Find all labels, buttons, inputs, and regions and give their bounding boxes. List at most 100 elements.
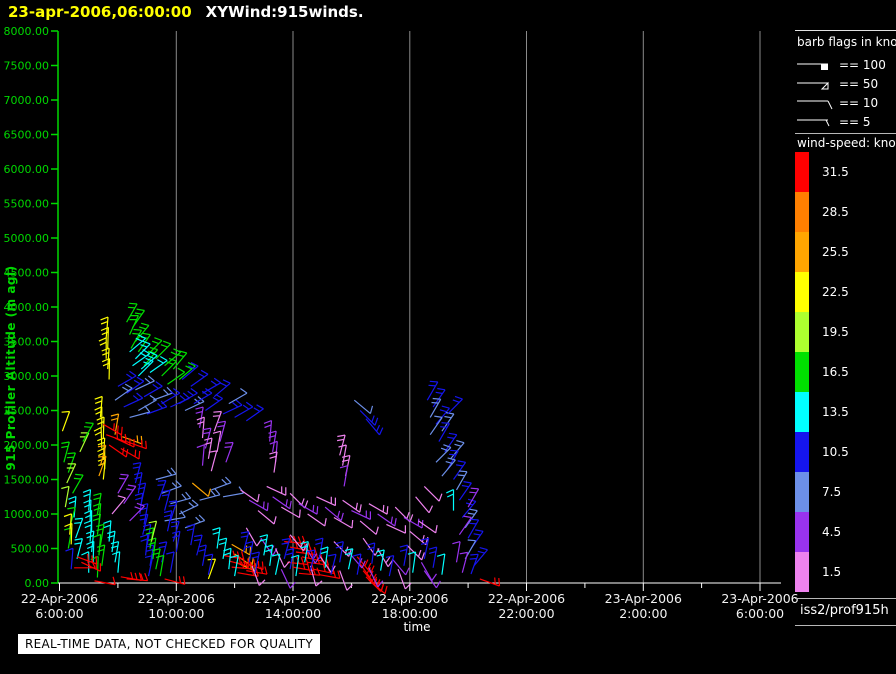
wind-barb-plot: 8000.007500.007000.006500.006000.005500.… — [0, 0, 896, 674]
colorbar-label: 31.5 — [822, 165, 849, 179]
wind-barb — [74, 539, 82, 559]
colorbar-segment — [795, 232, 809, 272]
wind-barb — [429, 547, 437, 568]
legend-flag-label: == 100 — [839, 58, 886, 72]
filled-pennant-barb-icon — [796, 58, 834, 72]
y-tick-label: 5000.00 — [4, 232, 50, 245]
wind-barb — [130, 503, 145, 521]
wind-barb — [424, 486, 442, 501]
wind-barb — [225, 443, 234, 463]
wind-barb — [235, 402, 253, 417]
x-tick-date: 23-Apr-2006 — [721, 591, 798, 606]
wind-profiler-screen: { "header": { "datetime": "23-apr-2006,0… — [0, 0, 896, 674]
colorbar-segment — [795, 192, 809, 232]
wind-barb — [439, 423, 450, 442]
legend-flag-row-10: == 10 — [796, 93, 886, 112]
wind-barb — [351, 511, 370, 520]
wind-barb — [140, 535, 148, 556]
wind-barb — [64, 528, 72, 549]
wind-barb — [127, 573, 148, 581]
colorbar-label: 1.5 — [822, 565, 841, 579]
wind-barb — [360, 521, 378, 535]
wind-barb — [99, 338, 106, 359]
wind-barb — [213, 431, 221, 452]
colorbar-segment — [795, 512, 809, 552]
legend-flag-label: == 5 — [839, 115, 871, 129]
legend-flag-label: == 50 — [839, 77, 878, 91]
wind-barb — [437, 554, 445, 575]
wind-barb — [191, 370, 208, 386]
x-tick-date: 23-Apr-2006 — [605, 591, 682, 606]
y-tick-label: 500.00 — [11, 543, 50, 556]
wind-barb — [212, 528, 220, 549]
wind-barb — [197, 445, 205, 466]
legend-flag-row-5: == 5 — [796, 112, 886, 131]
wind-barb — [179, 389, 197, 404]
legend-flag-rows: == 100 == 50 == 10 == 5 — [796, 55, 886, 131]
wind-barb — [264, 421, 272, 442]
wind-barb — [427, 381, 438, 400]
x-tick-time: 18:00:00 — [382, 606, 438, 621]
wind-barb — [316, 497, 335, 506]
wind-barb — [392, 559, 409, 575]
wind-barb — [61, 486, 69, 507]
wind-barb — [145, 556, 153, 577]
colorbar-segment — [795, 472, 809, 512]
wind-barb — [83, 423, 94, 442]
legend-speed-title: wind-speed: knots — [797, 136, 896, 150]
x-tick-time: 2:00:00 — [619, 606, 667, 621]
wind-barb — [308, 514, 327, 526]
y-tick-label: 8000.00 — [4, 25, 50, 38]
colorbar-label: 22.5 — [822, 285, 849, 299]
wind-barb — [445, 433, 457, 452]
wind-barb — [214, 380, 230, 397]
y-tick-label: 0.00 — [25, 577, 50, 590]
wind-barb — [404, 518, 423, 529]
source-label: iss2/prof915h — [800, 603, 889, 618]
colorbar-label: 10.5 — [822, 445, 849, 459]
wind-barb — [84, 521, 92, 542]
wind-barb — [408, 552, 416, 573]
wind-barb — [115, 384, 132, 400]
wind-barb — [448, 396, 463, 414]
legend-mid-divider — [795, 133, 896, 134]
x-tick-time: 10:00:00 — [148, 606, 204, 621]
colorbar-segment — [795, 432, 809, 472]
colorbar-label: 25.5 — [822, 245, 849, 259]
colorbar-label: 13.5 — [822, 405, 849, 419]
wind-barb — [223, 487, 244, 497]
wind-barb — [340, 571, 353, 591]
wind-barb — [460, 552, 468, 572]
colorbar-label: 28.5 — [822, 205, 849, 219]
wind-barb — [369, 504, 388, 515]
wind-barb — [451, 441, 465, 459]
wind-barb — [130, 406, 150, 418]
source-bottom-divider — [795, 625, 896, 626]
y-tick-label: 1000.00 — [4, 508, 50, 521]
wind-barb — [267, 486, 286, 495]
legend-flags-title: barb flags in knots — [797, 35, 896, 49]
wind-barb — [433, 389, 445, 408]
wind-barb — [246, 405, 263, 421]
wind-barb — [80, 433, 89, 452]
quality-banner: REAL-TIME DATA, NOT CHECKED FOR QUALITY — [18, 634, 320, 654]
wind-barb — [118, 474, 128, 493]
wind-barb — [416, 497, 433, 513]
colorbar-segment — [795, 272, 809, 312]
wind-barb — [213, 412, 222, 432]
colorbar-label: 4.5 — [822, 525, 841, 539]
wind-barb — [192, 483, 210, 496]
wind-barb — [446, 490, 453, 511]
y-axis-label: 915 Profiler Altitude (m agl) — [4, 265, 18, 470]
y-tick-label: 6000.00 — [4, 163, 50, 176]
wind-barb — [124, 485, 136, 504]
x-tick-time: 6:00:00 — [736, 606, 784, 621]
legend-top-divider — [795, 30, 896, 31]
wind-barb — [103, 521, 111, 542]
wind-barb — [156, 468, 176, 480]
wind-barb — [209, 451, 217, 471]
wind-barb — [121, 449, 140, 460]
x-tick-date: 22-Apr-2006 — [488, 591, 565, 606]
x-tick-time: 6:00:00 — [35, 606, 83, 621]
wind-barb — [107, 531, 115, 552]
